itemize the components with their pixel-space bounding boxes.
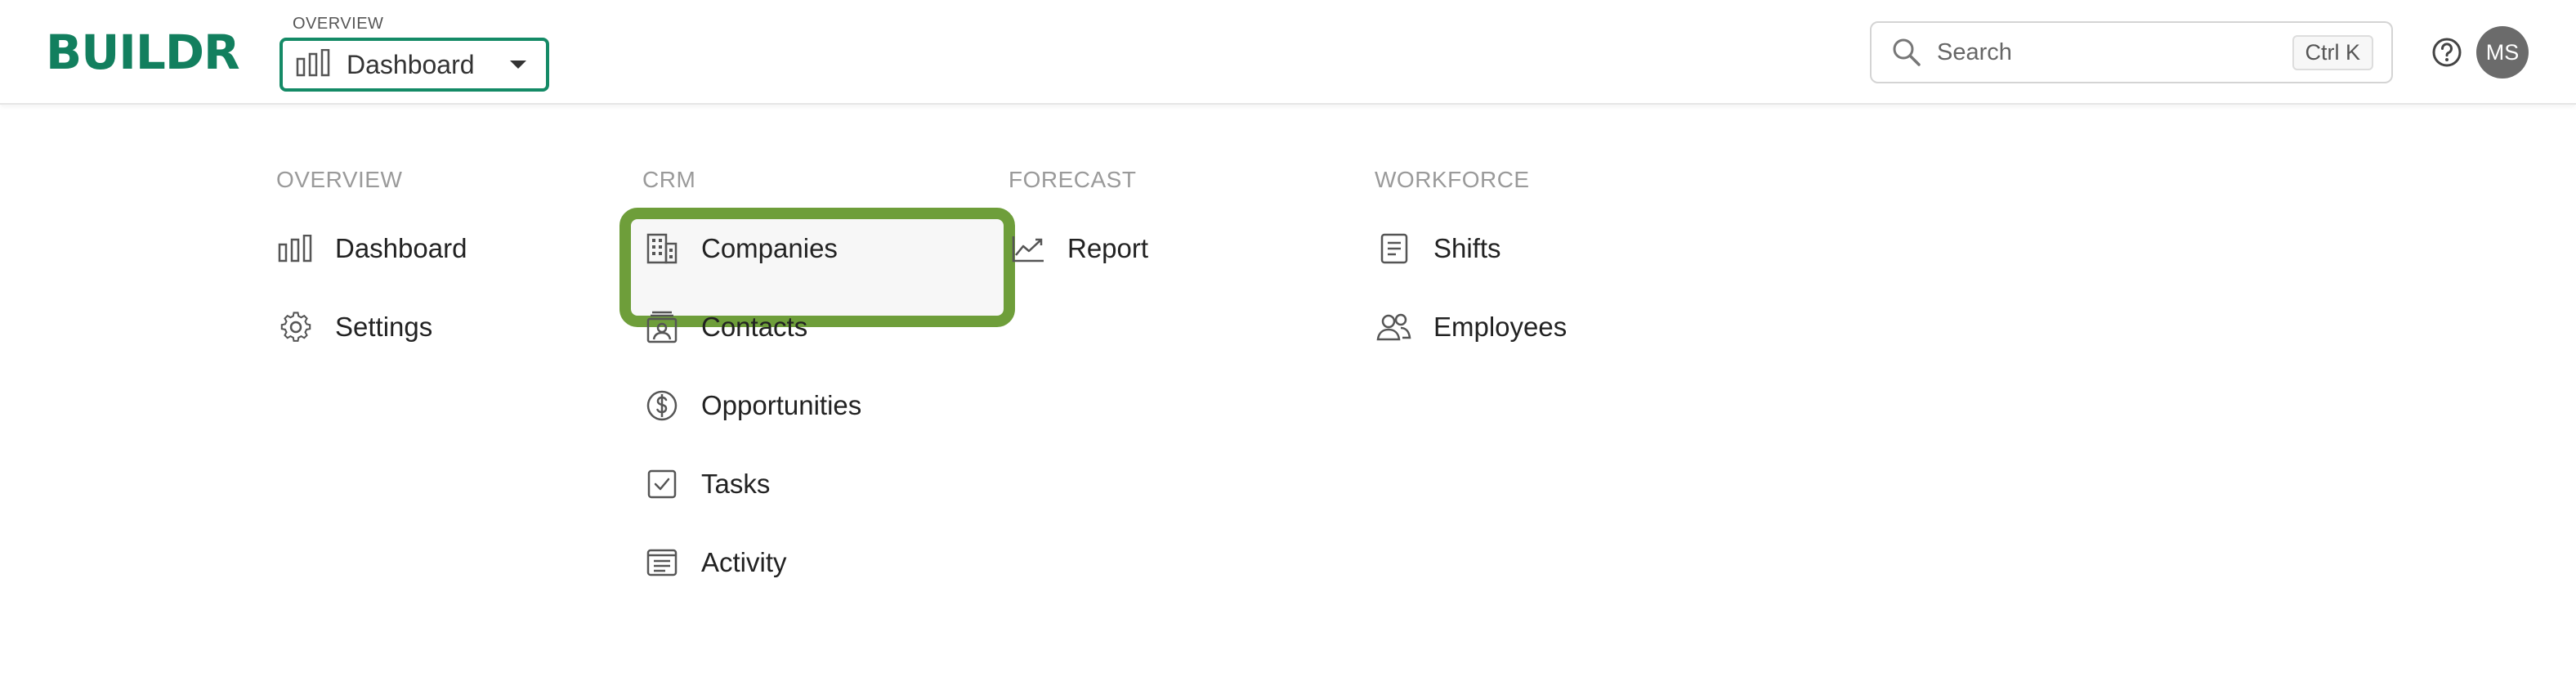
building-icon — [642, 229, 682, 268]
chevron-down-icon — [508, 59, 528, 74]
menu-item-opportunities[interactable]: Opportunities — [642, 366, 986, 445]
switcher-value: Dashboard — [347, 49, 475, 79]
menu-item-shifts[interactable]: Shifts — [1375, 209, 1718, 288]
search-icon — [1893, 38, 1921, 66]
menu-group-overview: OVERVIEW Dashboard Settings — [276, 160, 619, 366]
menu-group-forecast: FORECAST Report — [1008, 160, 1352, 288]
user-avatar[interactable]: MS — [2476, 26, 2529, 79]
menu-item-label: Dashboard — [335, 233, 467, 263]
menu-item-label: Shifts — [1433, 233, 1501, 263]
menu-group-crm: CRM Companies Contacts Opportunities Tas… — [619, 160, 1015, 602]
document-icon — [1375, 229, 1414, 268]
section-switcher[interactable]: Dashboard — [280, 38, 549, 92]
menu-item-activity[interactable]: Activity — [642, 523, 986, 602]
bar-chart-icon — [276, 229, 315, 268]
menu-item-settings[interactable]: Settings — [276, 288, 619, 366]
menu-item-report[interactable]: Report — [1008, 209, 1352, 288]
checkbox-icon — [642, 464, 682, 504]
menu-item-dashboard[interactable]: Dashboard — [276, 209, 619, 288]
dollar-circle-icon — [642, 386, 682, 425]
search-input[interactable]: Search — [1937, 39, 2292, 66]
top-header: BUILDR OVERVIEW Dashboard Search Ctrl K — [0, 0, 2576, 105]
group-title-overview: OVERVIEW — [276, 167, 403, 192]
people-icon — [1375, 307, 1414, 347]
menu-item-label: Contacts — [701, 312, 808, 342]
menu-item-label: Report — [1067, 233, 1149, 263]
menu-item-label: Opportunities — [701, 390, 862, 420]
menu-item-tasks[interactable]: Tasks — [642, 445, 986, 523]
contact-card-icon — [642, 307, 682, 347]
menu-item-label: Employees — [1433, 312, 1568, 342]
menu-item-label: Companies — [701, 233, 838, 263]
bar-chart-icon — [296, 48, 332, 81]
group-title-workforce: WORKFORCE — [1375, 167, 1530, 192]
list-document-icon — [642, 543, 682, 582]
help-icon[interactable] — [2431, 36, 2463, 73]
search-shortcut-badge: Ctrl K — [2292, 34, 2373, 70]
menu-group-workforce: WORKFORCE Shifts Employees — [1375, 160, 1718, 366]
group-title-crm: CRM — [642, 167, 696, 192]
gear-icon — [276, 307, 315, 347]
search-box[interactable]: Search Ctrl K — [1870, 21, 2393, 83]
menu-item-label: Settings — [335, 312, 433, 342]
menu-item-label: Tasks — [701, 469, 771, 499]
trend-chart-icon — [1008, 229, 1048, 268]
menu-item-contacts[interactable]: Contacts — [642, 288, 986, 366]
switcher-caption: OVERVIEW — [293, 15, 384, 33]
group-title-forecast: FORECAST — [1008, 167, 1137, 192]
menu-item-label: Activity — [701, 547, 787, 577]
brand-logo[interactable]: BUILDR — [46, 23, 240, 82]
menu-item-employees[interactable]: Employees — [1375, 288, 1718, 366]
menu-item-companies[interactable]: Companies — [619, 208, 1015, 327]
